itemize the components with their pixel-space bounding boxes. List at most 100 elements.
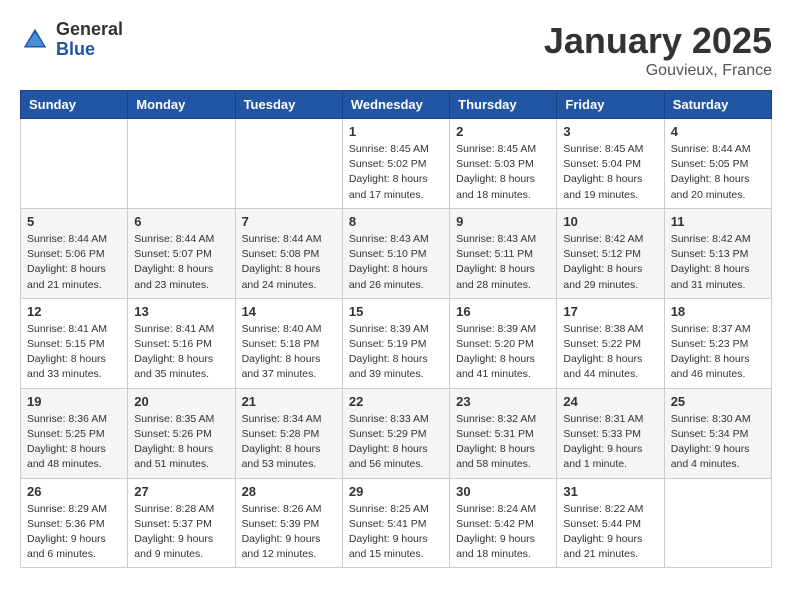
- day-number: 21: [242, 394, 336, 409]
- day-info: Sunrise: 8:34 AM Sunset: 5:28 PM Dayligh…: [242, 412, 336, 473]
- day-info: Sunrise: 8:37 AM Sunset: 5:23 PM Dayligh…: [671, 322, 765, 383]
- calendar-week-row: 12 Sunrise: 8:41 AM Sunset: 5:15 PM Dayli…: [21, 298, 772, 388]
- calendar-week-row: 5 Sunrise: 8:44 AM Sunset: 5:06 PM Daylig…: [21, 208, 772, 298]
- day-info: Sunrise: 8:43 AM Sunset: 5:10 PM Dayligh…: [349, 232, 443, 293]
- day-info: Sunrise: 8:33 AM Sunset: 5:29 PM Dayligh…: [349, 412, 443, 473]
- day-number: 22: [349, 394, 443, 409]
- title-block: January 2025 Gouvieux, France: [544, 20, 772, 80]
- day-info: Sunrise: 8:42 AM Sunset: 5:12 PM Dayligh…: [563, 232, 657, 293]
- weekday-header: Thursday: [450, 91, 557, 119]
- day-number: 18: [671, 304, 765, 319]
- calendar-cell: 31Sunrise: 8:22 AM Sunset: 5:44 PM Dayli…: [557, 478, 664, 568]
- calendar-cell: 1 Sunrise: 8:45 AM Sunset: 5:02 PM Daylig…: [342, 119, 449, 209]
- day-number: 2: [456, 124, 550, 139]
- day-number: 27: [134, 484, 228, 499]
- weekday-header: Saturday: [664, 91, 771, 119]
- calendar-cell: [235, 119, 342, 209]
- calendar-cell: 30 Sunrise: 8:24 AM Sunset: 5:42 PM Dayli…: [450, 478, 557, 568]
- day-number: 11: [671, 214, 765, 229]
- calendar-cell: 15 Sunrise: 8:39 AM Sunset: 5:19 PM Dayli…: [342, 298, 449, 388]
- day-info: Sunrise: 8:44 AM Sunset: 5:05 PM Dayligh…: [671, 142, 765, 203]
- calendar-cell: 11 Sunrise: 8:42 AM Sunset: 5:13 PM Dayli…: [664, 208, 771, 298]
- day-info: Sunrise: 8:22 AM Sunset: 5:44 PM Dayligh…: [563, 502, 657, 563]
- calendar-cell: 19 Sunrise: 8:36 AM Sunset: 5:25 PM Dayli…: [21, 388, 128, 478]
- day-info: Sunrise: 8:44 AM Sunset: 5:06 PM Dayligh…: [27, 232, 121, 293]
- calendar-week-row: 1 Sunrise: 8:45 AM Sunset: 5:02 PM Daylig…: [21, 119, 772, 209]
- day-info: Sunrise: 8:42 AM Sunset: 5:13 PM Dayligh…: [671, 232, 765, 293]
- day-number: 24: [563, 394, 657, 409]
- page-header: General Blue January 2025 Gouvieux, Fran…: [20, 20, 772, 80]
- calendar-cell: 27 Sunrise: 8:28 AM Sunset: 5:37 PM Dayli…: [128, 478, 235, 568]
- calendar-cell: 20Sunrise: 8:35 AM Sunset: 5:26 PM Dayli…: [128, 388, 235, 478]
- calendar-table: SundayMondayTuesdayWednesdayThursdayFrid…: [20, 90, 772, 568]
- day-info: Sunrise: 8:44 AM Sunset: 5:07 PM Dayligh…: [134, 232, 228, 293]
- logo-text: General Blue: [56, 20, 123, 60]
- calendar-cell: [21, 119, 128, 209]
- day-number: 30: [456, 484, 550, 499]
- day-info: Sunrise: 8:24 AM Sunset: 5:42 PM Dayligh…: [456, 502, 550, 563]
- location: Gouvieux, France: [544, 62, 772, 80]
- day-info: Sunrise: 8:25 AM Sunset: 5:41 PM Dayligh…: [349, 502, 443, 563]
- day-number: 25: [671, 394, 765, 409]
- day-number: 4: [671, 124, 765, 139]
- day-info: Sunrise: 8:30 AM Sunset: 5:34 PM Dayligh…: [671, 412, 765, 473]
- calendar-cell: 26 Sunrise: 8:29 AM Sunset: 5:36 PM Dayli…: [21, 478, 128, 568]
- day-number: 14: [242, 304, 336, 319]
- calendar-cell: 28 Sunrise: 8:26 AM Sunset: 5:39 PM Dayli…: [235, 478, 342, 568]
- day-info: Sunrise: 8:35 AM Sunset: 5:26 PM Dayligh…: [134, 412, 228, 473]
- day-number: 19: [27, 394, 121, 409]
- day-info: Sunrise: 8:38 AM Sunset: 5:22 PM Dayligh…: [563, 322, 657, 383]
- calendar-cell: 2 Sunrise: 8:45 AM Sunset: 5:03 PM Daylig…: [450, 119, 557, 209]
- day-info: Sunrise: 8:41 AM Sunset: 5:16 PM Dayligh…: [134, 322, 228, 383]
- day-number: 10: [563, 214, 657, 229]
- calendar-cell: 14Sunrise: 8:40 AM Sunset: 5:18 PM Dayli…: [235, 298, 342, 388]
- calendar-cell: 7 Sunrise: 8:44 AM Sunset: 5:08 PM Daylig…: [235, 208, 342, 298]
- calendar-cell: 29 Sunrise: 8:25 AM Sunset: 5:41 PM Dayli…: [342, 478, 449, 568]
- day-number: 6: [134, 214, 228, 229]
- weekday-header: Monday: [128, 91, 235, 119]
- weekday-header-row: SundayMondayTuesdayWednesdayThursdayFrid…: [21, 91, 772, 119]
- calendar-cell: 5 Sunrise: 8:44 AM Sunset: 5:06 PM Daylig…: [21, 208, 128, 298]
- day-number: 12: [27, 304, 121, 319]
- calendar-cell: 24 Sunrise: 8:31 AM Sunset: 5:33 PM Dayli…: [557, 388, 664, 478]
- day-number: 23: [456, 394, 550, 409]
- calendar-cell: 22 Sunrise: 8:33 AM Sunset: 5:29 PM Dayli…: [342, 388, 449, 478]
- day-info: Sunrise: 8:41 AM Sunset: 5:15 PM Dayligh…: [27, 322, 121, 383]
- day-number: 28: [242, 484, 336, 499]
- calendar-cell: 13 Sunrise: 8:41 AM Sunset: 5:16 PM Dayli…: [128, 298, 235, 388]
- day-info: Sunrise: 8:45 AM Sunset: 5:03 PM Dayligh…: [456, 142, 550, 203]
- day-info: Sunrise: 8:45 AM Sunset: 5:02 PM Dayligh…: [349, 142, 443, 203]
- calendar-cell: 16Sunrise: 8:39 AM Sunset: 5:20 PM Dayli…: [450, 298, 557, 388]
- day-info: Sunrise: 8:29 AM Sunset: 5:36 PM Dayligh…: [27, 502, 121, 563]
- day-info: Sunrise: 8:28 AM Sunset: 5:37 PM Dayligh…: [134, 502, 228, 563]
- day-number: 16: [456, 304, 550, 319]
- logo-icon: [20, 25, 50, 55]
- day-info: Sunrise: 8:36 AM Sunset: 5:25 PM Dayligh…: [27, 412, 121, 473]
- logo-blue: Blue: [56, 40, 123, 60]
- calendar-cell: 23 Sunrise: 8:32 AM Sunset: 5:31 PM Dayli…: [450, 388, 557, 478]
- calendar-week-row: 19 Sunrise: 8:36 AM Sunset: 5:25 PM Dayli…: [21, 388, 772, 478]
- day-number: 15: [349, 304, 443, 319]
- logo: General Blue: [20, 20, 123, 60]
- calendar-cell: [664, 478, 771, 568]
- calendar-cell: 17 Sunrise: 8:38 AM Sunset: 5:22 PM Dayli…: [557, 298, 664, 388]
- day-number: 1: [349, 124, 443, 139]
- day-number: 5: [27, 214, 121, 229]
- calendar-cell: 6 Sunrise: 8:44 AM Sunset: 5:07 PM Daylig…: [128, 208, 235, 298]
- day-info: Sunrise: 8:39 AM Sunset: 5:19 PM Dayligh…: [349, 322, 443, 383]
- day-number: 7: [242, 214, 336, 229]
- calendar-cell: 25 Sunrise: 8:30 AM Sunset: 5:34 PM Dayli…: [664, 388, 771, 478]
- day-number: 26: [27, 484, 121, 499]
- day-info: Sunrise: 8:43 AM Sunset: 5:11 PM Dayligh…: [456, 232, 550, 293]
- day-number: 3: [563, 124, 657, 139]
- calendar-cell: [128, 119, 235, 209]
- day-info: Sunrise: 8:31 AM Sunset: 5:33 PM Dayligh…: [563, 412, 657, 473]
- day-number: 29: [349, 484, 443, 499]
- day-info: Sunrise: 8:44 AM Sunset: 5:08 PM Dayligh…: [242, 232, 336, 293]
- day-info: Sunrise: 8:32 AM Sunset: 5:31 PM Dayligh…: [456, 412, 550, 473]
- weekday-header: Wednesday: [342, 91, 449, 119]
- day-number: 17: [563, 304, 657, 319]
- day-info: Sunrise: 8:26 AM Sunset: 5:39 PM Dayligh…: [242, 502, 336, 563]
- logo-general: General: [56, 20, 123, 40]
- day-number: 13: [134, 304, 228, 319]
